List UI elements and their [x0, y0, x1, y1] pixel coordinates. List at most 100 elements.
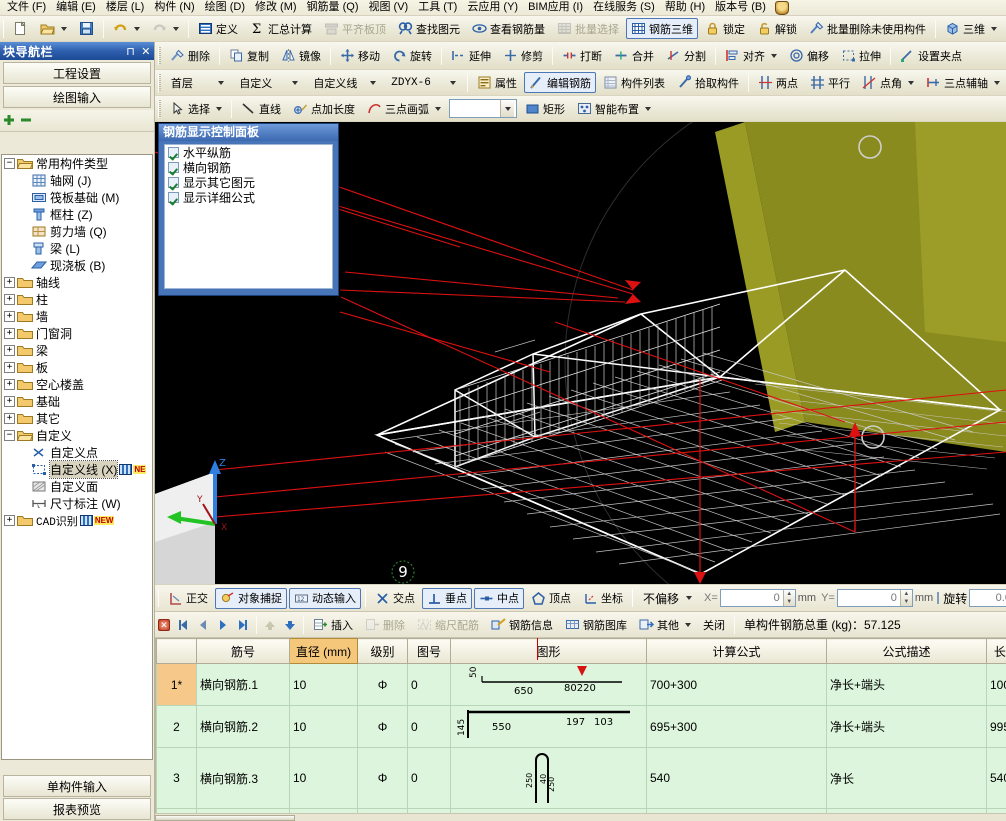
- checkbox-icon[interactable]: [168, 162, 179, 173]
- expand-icon[interactable]: +: [4, 396, 15, 407]
- close-table-button[interactable]: 关闭: [698, 614, 730, 635]
- checkbox-show-other-elements[interactable]: 显示其它图元: [165, 175, 332, 190]
- menu-item-bim[interactable]: BIM应用 (I): [523, 0, 588, 15]
- find-element-button[interactable]: 查找图元: [393, 18, 465, 39]
- chevron-down-icon[interactable]: [682, 590, 696, 607]
- chevron-down-icon[interactable]: [216, 106, 222, 111]
- row-number[interactable]: 2: [156, 705, 197, 748]
- snap-midpoint-button[interactable]: 中点: [474, 587, 524, 609]
- y-offset-stepper[interactable]: 0 ▲ ▼: [836, 589, 913, 607]
- tree-node-cad-recognition[interactable]: + CAD识别 NEW: [2, 512, 152, 529]
- cell-formula[interactable]: 540: [646, 747, 827, 809]
- table-row[interactable]: 1* 横向钢筋.1 10 Φ 0 50 650 80220 700+300 净长…: [156, 663, 1006, 706]
- batch-select-button[interactable]: 批量选择: [552, 18, 624, 39]
- cell-diameter[interactable]: 10: [289, 663, 358, 706]
- properties-button[interactable]: 属性: [472, 72, 522, 93]
- rotate-stepper[interactable]: 0.000 ▲▼: [969, 589, 1006, 607]
- col-header-formula-desc[interactable]: 公式描述: [826, 638, 987, 664]
- batch-delete-unused-button[interactable]: 批量删除未使用构件: [804, 18, 931, 39]
- delete-row-button[interactable]: 删除: [360, 614, 410, 635]
- tree-node-other[interactable]: + 其它: [2, 410, 152, 427]
- expand-icon[interactable]: +: [4, 515, 15, 526]
- add-icon[interactable]: [2, 113, 17, 128]
- menu-item-floor[interactable]: 楼层 (L): [101, 0, 150, 15]
- checkbox-icon[interactable]: [168, 147, 179, 158]
- checkbox-horizontal-longitudinal[interactable]: 水平纵筋: [165, 145, 332, 160]
- three-point-axis-button[interactable]: 三点辅轴: [921, 72, 1005, 93]
- smart-layout-button[interactable]: 智能布置: [572, 98, 656, 119]
- tree-node-cast-slab[interactable]: 现浇板 (B): [2, 257, 152, 274]
- three-d-view-button[interactable]: 三维: [940, 18, 1002, 39]
- select-tool-button[interactable]: 选择: [165, 98, 227, 119]
- toolbar-grip[interactable]: [158, 46, 161, 65]
- move-button[interactable]: 移动: [335, 45, 385, 66]
- last-record-button[interactable]: [233, 615, 253, 635]
- toolbar-grip[interactable]: [158, 73, 161, 92]
- col-header-length[interactable]: 长度 (mm): [986, 638, 1006, 664]
- open-file-button[interactable]: [35, 18, 72, 39]
- snap-intersection-button[interactable]: 交点: [370, 588, 420, 609]
- tree-node-door-window[interactable]: + 门窗洞: [2, 325, 152, 342]
- cell-figure-no[interactable]: 0: [407, 747, 451, 809]
- scrollbar-thumb[interactable]: [155, 815, 295, 821]
- cell-grade[interactable]: Φ: [357, 705, 408, 748]
- chevron-down-icon[interactable]: [435, 106, 441, 111]
- expand-icon[interactable]: +: [4, 362, 15, 373]
- offset-mode-select[interactable]: 不偏移: [638, 589, 698, 608]
- move-down-button[interactable]: [280, 615, 300, 635]
- chevron-down-icon[interactable]: [366, 74, 380, 91]
- stretch-button[interactable]: 拉伸: [836, 45, 886, 66]
- chevron-down-icon[interactable]: [771, 53, 777, 58]
- cell-rebar-name[interactable]: 横向钢筋.2: [196, 705, 290, 748]
- edit-rebar-button[interactable]: 编辑钢筋: [524, 72, 596, 93]
- expand-icon[interactable]: +: [4, 379, 15, 390]
- cell-diameter[interactable]: 10: [289, 747, 358, 809]
- copy-button[interactable]: 复制: [224, 45, 274, 66]
- other-options-button[interactable]: 其他: [634, 614, 696, 635]
- tree-node-beam-folder[interactable]: + 梁: [2, 342, 152, 359]
- pin-icon[interactable]: ⊓: [123, 45, 138, 58]
- manual-book-icon[interactable]: [79, 515, 93, 526]
- rectangle-tool-button[interactable]: 矩形: [520, 98, 570, 119]
- x-offset-stepper[interactable]: 0 ▲ ▼: [719, 589, 796, 607]
- align-slab-top-button[interactable]: 平齐板顶: [319, 18, 391, 39]
- offset-button[interactable]: 偏移: [784, 45, 834, 66]
- tree-node-raft-foundation[interactable]: 筏板基础 (M): [2, 189, 152, 206]
- rebar-3d-button[interactable]: 钢筋三维: [626, 18, 698, 39]
- expand-icon[interactable]: +: [4, 413, 15, 424]
- cell-rebar-name[interactable]: 横向钢筋.3: [196, 747, 290, 809]
- horizontal-scrollbar[interactable]: [155, 813, 1006, 821]
- arc-option-select[interactable]: [449, 99, 517, 118]
- menu-item-component[interactable]: 构件 (N): [149, 0, 199, 15]
- cell-formula[interactable]: 700+300: [646, 663, 827, 706]
- next-record-button[interactable]: [213, 615, 233, 635]
- rebar-display-control-panel[interactable]: 钢筋显示控制面板 水平纵筋 横向钢筋 显示其它图元 显示详细公式: [158, 123, 339, 296]
- tree-node-axis-line[interactable]: + 轴线: [2, 274, 152, 291]
- chevron-down-icon[interactable]: [288, 74, 302, 91]
- component-name-select[interactable]: ZDYX-6: [386, 73, 462, 92]
- tree-node-hollow-floor[interactable]: + 空心楼盖: [2, 376, 152, 393]
- col-header-grade[interactable]: 级别: [357, 638, 408, 664]
- define-button[interactable]: 定义: [193, 18, 243, 39]
- rebar-info-button[interactable]: 钢筋信息: [486, 614, 558, 635]
- summary-calc-button[interactable]: Σ 汇总计算: [245, 18, 317, 39]
- snap-vertex-button[interactable]: 顶点: [526, 588, 576, 609]
- expand-icon[interactable]: +: [4, 345, 15, 356]
- menu-item-view[interactable]: 视图 (V): [364, 0, 414, 15]
- menu-item-rebar-qty[interactable]: 钢筋量 (Q): [302, 0, 364, 15]
- point-length-tool-button[interactable]: 点加长度: [288, 98, 360, 119]
- col-header-diameter[interactable]: 直径 (mm): [289, 638, 358, 664]
- parallel-button[interactable]: 平行: [805, 72, 855, 93]
- cell-formula-desc[interactable]: 净长+端头: [826, 663, 987, 706]
- chevron-down-icon[interactable]: [685, 622, 691, 627]
- floor-select[interactable]: 首层: [166, 73, 230, 92]
- delete-button[interactable]: 删除: [165, 45, 215, 66]
- menu-item-online-service[interactable]: 在线服务 (S): [588, 0, 660, 15]
- three-point-arc-button[interactable]: 三点画弧: [362, 98, 446, 119]
- expand-icon[interactable]: +: [4, 277, 15, 288]
- redo-button[interactable]: [147, 18, 184, 39]
- line-tool-button[interactable]: 直线: [236, 98, 286, 119]
- cell-shape-diagram[interactable]: 50 650 80220: [450, 663, 647, 706]
- cell-formula[interactable]: 695+300: [646, 705, 827, 748]
- table-row[interactable]: 3 横向钢筋.3 10 Φ 0 250 40 250 540 净长 54: [156, 747, 1006, 809]
